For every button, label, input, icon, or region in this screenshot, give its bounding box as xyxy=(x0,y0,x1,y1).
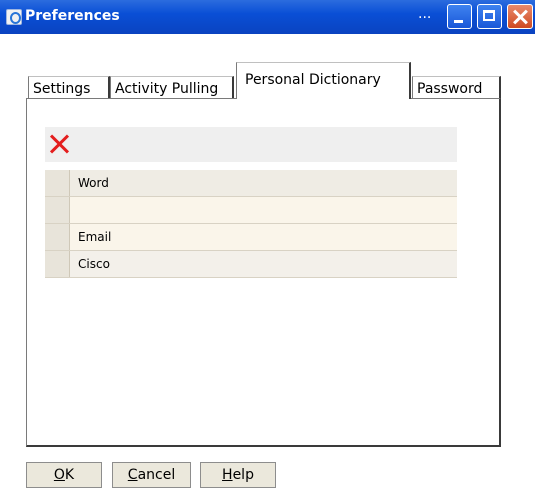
maximize-button[interactable] xyxy=(477,4,502,29)
row-selector[interactable] xyxy=(45,251,70,277)
help-label: elp xyxy=(232,467,254,483)
row-selector[interactable] xyxy=(45,197,70,223)
preferences-window: Preferences ... Settings Activity Pullin… xyxy=(0,0,535,501)
tab-password[interactable]: Password xyxy=(412,76,501,100)
ok-label: K xyxy=(64,467,75,483)
row-selector[interactable] xyxy=(45,224,70,250)
tab-activity-pulling[interactable]: Activity Pulling xyxy=(110,76,234,100)
tab-personal-dictionary[interactable]: Personal Dictionary xyxy=(236,62,411,99)
help-button[interactable]: Help xyxy=(200,462,276,488)
title-ellipsis: ... xyxy=(418,6,432,22)
title-bar[interactable]: Preferences ... xyxy=(0,0,535,34)
cancel-mnemonic: C xyxy=(127,467,138,483)
table-row[interactable] xyxy=(45,197,457,224)
row-selector xyxy=(45,170,70,196)
close-button[interactable] xyxy=(507,4,533,29)
cancel-button[interactable]: Cancel xyxy=(112,462,191,488)
cancel-label: ancel xyxy=(137,467,176,483)
minimize-button[interactable] xyxy=(447,4,472,29)
window-title: Preferences xyxy=(25,8,120,24)
ok-mnemonic: O xyxy=(53,467,65,483)
table-row[interactable]: Cisco xyxy=(45,251,457,278)
word-cell[interactable]: Cisco xyxy=(78,257,110,271)
app-icon xyxy=(6,9,22,25)
dictionary-toolbar xyxy=(45,127,457,162)
word-cell[interactable]: Email xyxy=(78,230,111,244)
column-header-word: Word xyxy=(78,176,109,190)
table-row[interactable]: Email xyxy=(45,224,457,251)
dictionary-grid: Word Email Cisco xyxy=(45,170,457,365)
help-mnemonic: H xyxy=(222,467,233,483)
ok-button[interactable]: OK xyxy=(26,462,102,488)
tab-settings[interactable]: Settings xyxy=(28,76,110,100)
delete-icon[interactable] xyxy=(49,133,71,155)
grid-header-row: Word xyxy=(45,170,457,197)
